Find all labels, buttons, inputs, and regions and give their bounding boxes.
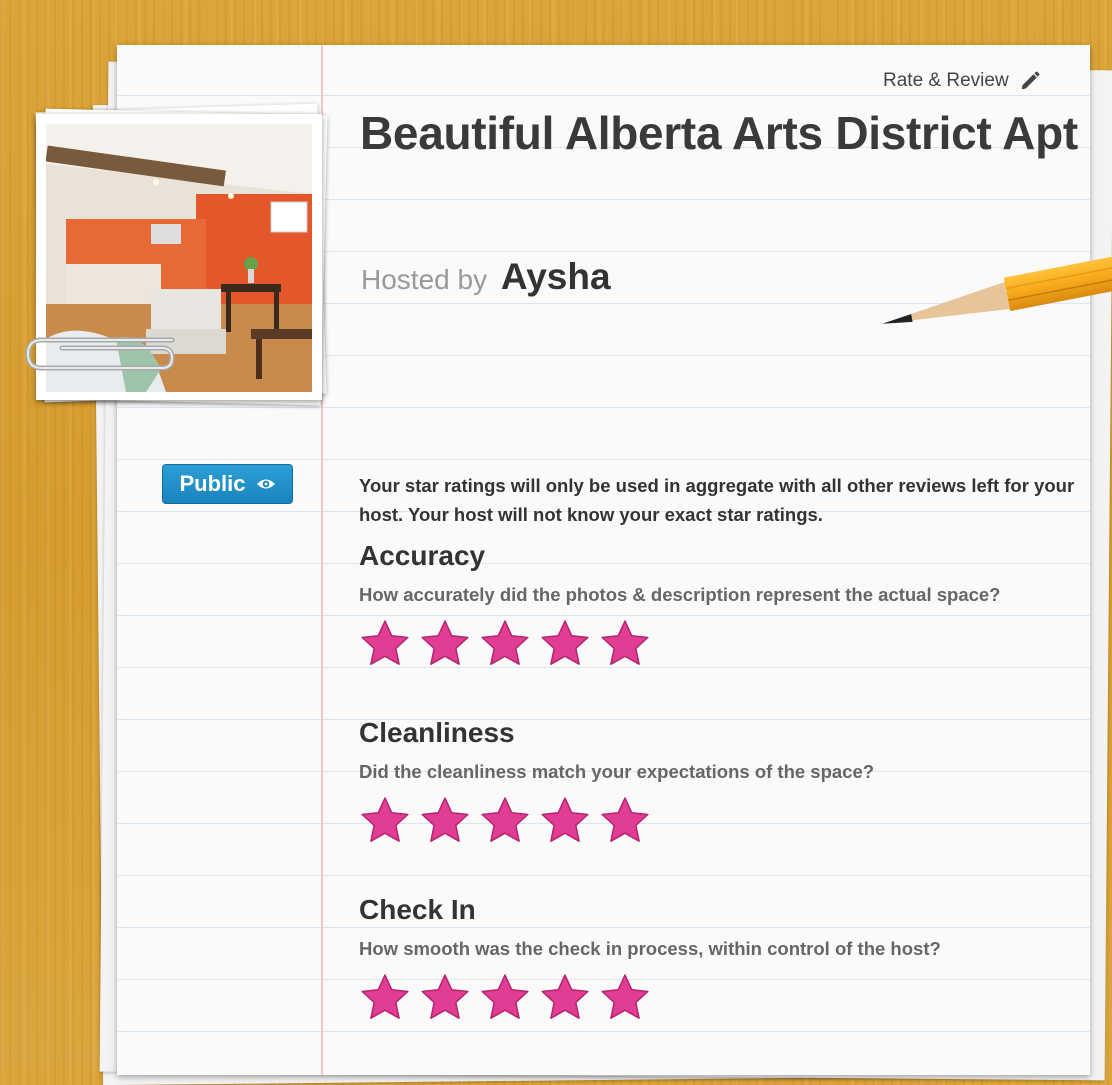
star-rating[interactable] (359, 795, 1079, 847)
star-rating[interactable] (359, 618, 1079, 670)
star-icon[interactable] (359, 972, 411, 1024)
section-title: Check In (359, 894, 476, 925)
star-icon[interactable] (419, 972, 471, 1024)
star-icon[interactable] (419, 618, 471, 670)
hosted-by: Hosted by Aysha (361, 256, 611, 298)
star-icon[interactable] (599, 795, 651, 847)
rating-section-cleanliness: Cleanliness Did the cleanliness match yo… (359, 717, 1079, 847)
rate-review-label: Rate & Review (883, 70, 1009, 91)
section-question: How smooth was the check in process, wit… (359, 938, 941, 959)
section-title: Accuracy (359, 540, 486, 571)
rating-section-accuracy: Accuracy How accurately did the photos &… (359, 540, 1079, 670)
rate-review-link[interactable]: Rate & Review (883, 70, 1041, 92)
star-icon[interactable] (359, 795, 411, 847)
star-icon[interactable] (539, 972, 591, 1024)
star-icon[interactable] (539, 795, 591, 847)
public-visibility-badge[interactable]: Public (162, 464, 293, 504)
star-icon[interactable] (599, 972, 651, 1024)
star-icon[interactable] (419, 795, 471, 847)
listing-title: Beautiful Alberta Arts District Apt (360, 107, 1078, 159)
pencil-icon (1021, 71, 1040, 90)
section-question: Did the cleanliness match your expectati… (359, 761, 875, 782)
star-icon[interactable] (479, 972, 531, 1024)
public-badge-label: Public (179, 471, 246, 496)
paperclip-icon (25, 337, 175, 371)
pencil-decoration (882, 252, 1112, 324)
ratings-privacy-note: Your star ratings will only be used in a… (359, 475, 1075, 525)
star-icon[interactable] (479, 618, 531, 670)
star-icon[interactable] (479, 795, 531, 847)
star-icon[interactable] (539, 618, 591, 670)
rating-section-check-in: Check In How smooth was the check in pro… (359, 894, 1079, 1024)
hosted-by-label: Hosted by (361, 264, 488, 295)
section-question: How accurately did the photos & descript… (359, 584, 1001, 605)
eye-icon (256, 479, 275, 489)
star-icon[interactable] (599, 618, 651, 670)
star-rating[interactable] (359, 972, 1079, 1024)
star-icon[interactable] (359, 618, 411, 670)
host-name[interactable]: Aysha (501, 256, 611, 297)
section-title: Cleanliness (359, 717, 515, 748)
